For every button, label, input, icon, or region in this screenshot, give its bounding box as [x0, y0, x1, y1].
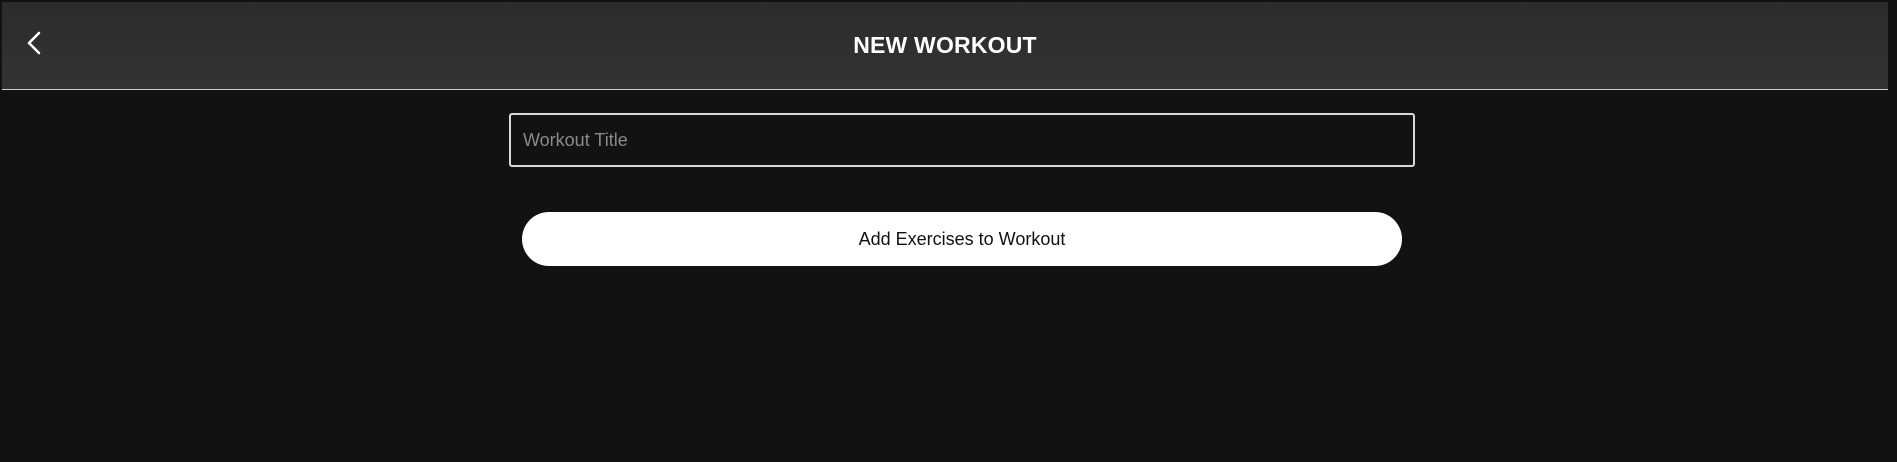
workout-title-input[interactable] — [509, 113, 1415, 167]
page-title: NEW WORKOUT — [853, 32, 1037, 58]
add-exercises-button[interactable]: Add Exercises to Workout — [522, 212, 1402, 266]
new-workout-screen: NEW WORKOUT Add Exercises to Workout — [0, 0, 1897, 462]
top-app-bar: NEW WORKOUT — [2, 2, 1888, 90]
